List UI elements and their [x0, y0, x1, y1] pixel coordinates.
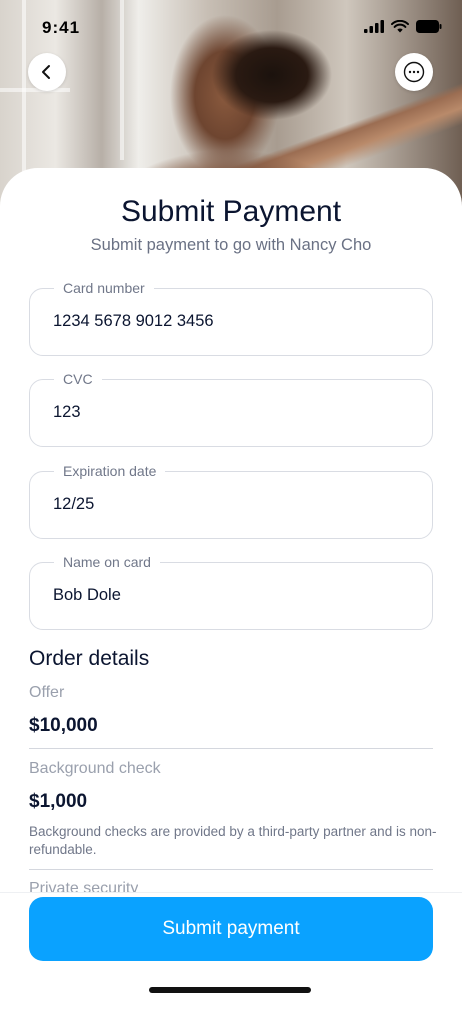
status-time: 9:41	[42, 18, 81, 37]
cvc-field[interactable]: CVC	[29, 370, 433, 447]
cellular-signal-icon	[364, 20, 384, 33]
name-on-card-field[interactable]: Name on card	[29, 553, 433, 630]
wifi-icon	[391, 20, 409, 33]
order-details-title: Order details	[29, 647, 150, 670]
status-bar: 9:41	[0, 0, 462, 56]
card-number-label: Card number	[54, 279, 154, 297]
more-options-button[interactable]	[395, 53, 433, 91]
expiration-date-field[interactable]: Expiration date	[29, 462, 433, 539]
cvc-label: CVC	[54, 370, 102, 388]
private-security-label: Private security	[29, 880, 139, 892]
divider	[29, 869, 433, 870]
offer-value: $10,000	[29, 715, 98, 736]
chevron-left-icon	[42, 65, 50, 79]
battery-icon	[416, 20, 442, 33]
page-title: Submit Payment	[120, 195, 342, 228]
status-icons	[364, 20, 442, 33]
submit-payment-button[interactable]: Submit payment	[29, 897, 433, 961]
page-subtitle: Submit payment to go with Nancy Cho	[90, 236, 372, 254]
expiration-date-input[interactable]	[53, 495, 403, 514]
back-button[interactable]	[28, 53, 66, 91]
background-check-note: Background checks are provided by a thir…	[29, 824, 437, 857]
name-on-card-label: Name on card	[54, 553, 160, 571]
offer-label: Offer	[29, 684, 65, 701]
home-indicator	[149, 987, 311, 993]
more-horizontal-icon	[403, 61, 425, 83]
card-number-input[interactable]	[53, 312, 403, 331]
card-number-field[interactable]: Card number	[29, 279, 433, 356]
divider	[29, 748, 433, 749]
expiration-date-label: Expiration date	[54, 462, 166, 480]
background-check-label: Background check	[29, 760, 161, 777]
background-check-value: $1,000	[29, 791, 88, 812]
cvc-input[interactable]	[53, 403, 403, 422]
name-on-card-input[interactable]	[53, 586, 403, 605]
